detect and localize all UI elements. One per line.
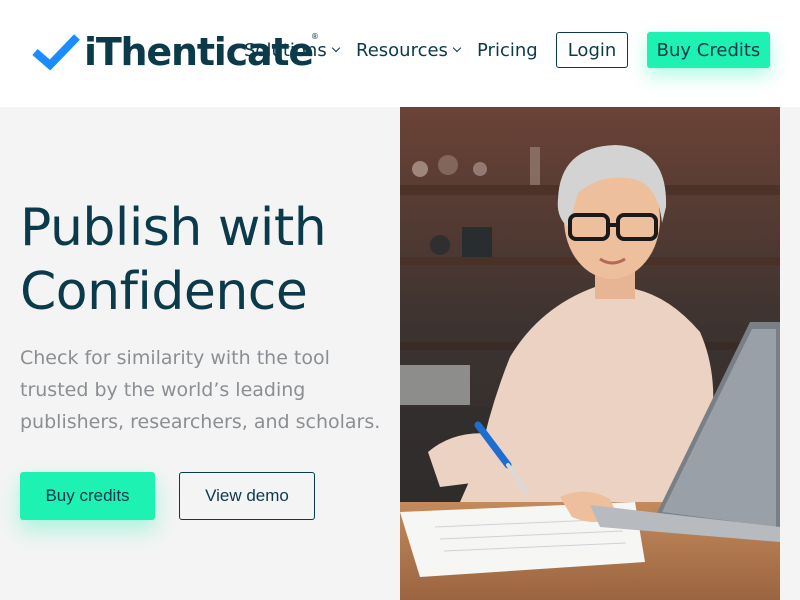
login-button[interactable]: Login <box>556 32 628 68</box>
chevron-down-icon <box>331 43 340 53</box>
hero-subtitle: Check for similarity with the tool trust… <box>20 347 381 433</box>
nav-solutions-label: Solutions <box>244 39 327 61</box>
nav-pricing[interactable]: Pricing <box>477 32 538 68</box>
hero-title: Publish with Confidence <box>20 196 390 324</box>
view-demo-button[interactable]: View demo <box>179 472 315 520</box>
nav-pricing-label: Pricing <box>477 39 538 61</box>
hero-photo-illustration <box>400 107 780 600</box>
hero-title-line1: Publish with <box>20 198 327 258</box>
buy-credits-header-button[interactable]: Buy Credits <box>647 32 770 68</box>
buy-credits-button[interactable]: Buy credits <box>20 472 155 520</box>
page-right-margin <box>780 107 800 600</box>
nav-solutions[interactable]: Solutions <box>244 32 340 68</box>
nav-resources-label: Resources <box>356 39 448 61</box>
site-header: iThenticate ® Solutions Resources Pricin… <box>0 0 800 107</box>
hero-photo-researcher <box>400 107 780 600</box>
chevron-down-icon <box>452 43 462 53</box>
nav-resources[interactable]: Resources <box>356 32 462 68</box>
hero-title-line2: Confidence <box>20 262 308 322</box>
checkmark-icon <box>32 34 80 71</box>
